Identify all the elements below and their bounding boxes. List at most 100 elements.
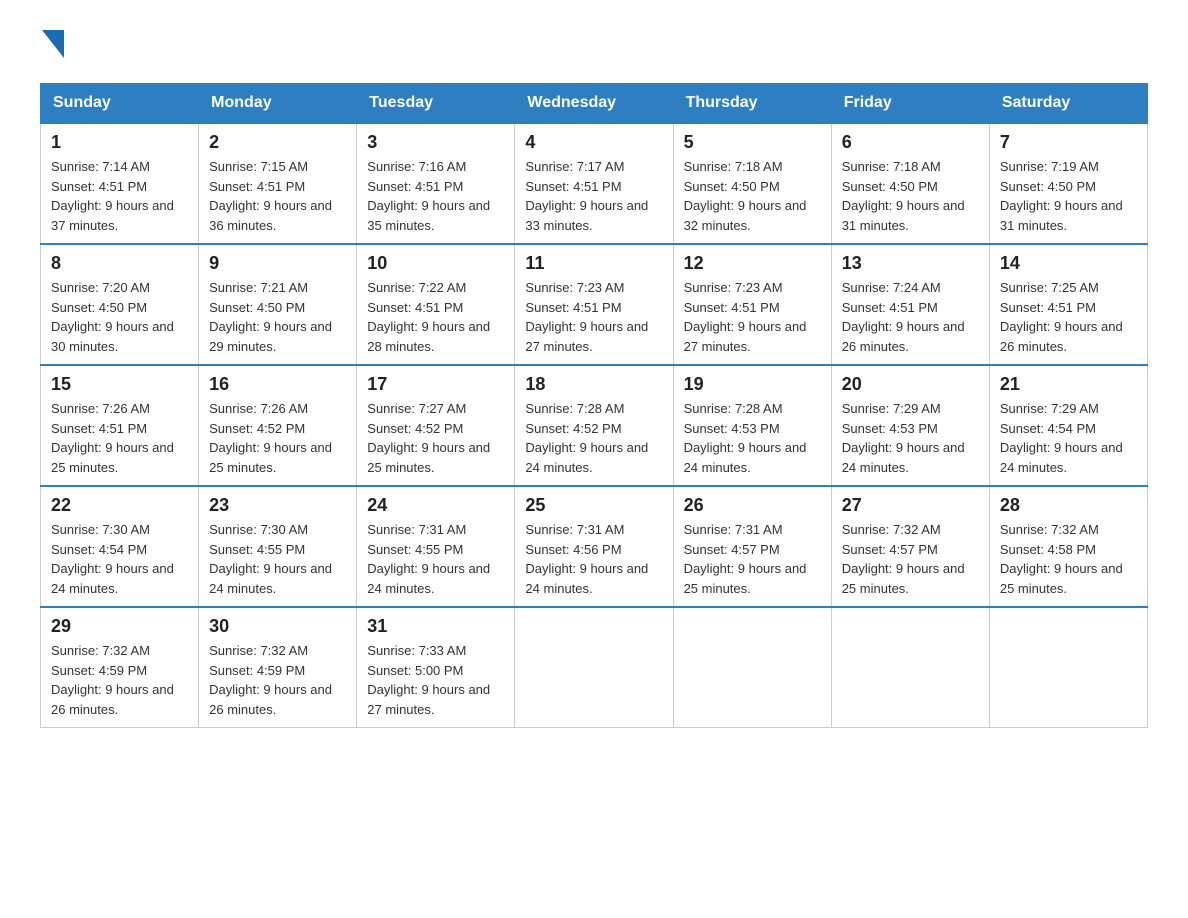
day-number: 28 — [1000, 495, 1137, 516]
day-info: Sunrise: 7:20 AM Sunset: 4:50 PM Dayligh… — [51, 278, 188, 356]
day-info: Sunrise: 7:25 AM Sunset: 4:51 PM Dayligh… — [1000, 278, 1137, 356]
day-info: Sunrise: 7:16 AM Sunset: 4:51 PM Dayligh… — [367, 157, 504, 235]
day-number: 4 — [525, 132, 662, 153]
day-number: 23 — [209, 495, 346, 516]
calendar-cell: 20 Sunrise: 7:29 AM Sunset: 4:53 PM Dayl… — [831, 365, 989, 486]
calendar-table: SundayMondayTuesdayWednesdayThursdayFrid… — [40, 83, 1148, 728]
day-info: Sunrise: 7:23 AM Sunset: 4:51 PM Dayligh… — [525, 278, 662, 356]
day-number: 3 — [367, 132, 504, 153]
calendar-cell: 8 Sunrise: 7:20 AM Sunset: 4:50 PM Dayli… — [41, 244, 199, 365]
calendar-week-row: 15 Sunrise: 7:26 AM Sunset: 4:51 PM Dayl… — [41, 365, 1148, 486]
calendar-cell: 29 Sunrise: 7:32 AM Sunset: 4:59 PM Dayl… — [41, 607, 199, 728]
calendar-cell: 27 Sunrise: 7:32 AM Sunset: 4:57 PM Dayl… — [831, 486, 989, 607]
calendar-cell: 30 Sunrise: 7:32 AM Sunset: 4:59 PM Dayl… — [199, 607, 357, 728]
day-info: Sunrise: 7:23 AM Sunset: 4:51 PM Dayligh… — [684, 278, 821, 356]
calendar-cell: 19 Sunrise: 7:28 AM Sunset: 4:53 PM Dayl… — [673, 365, 831, 486]
day-number: 6 — [842, 132, 979, 153]
calendar-cell: 13 Sunrise: 7:24 AM Sunset: 4:51 PM Dayl… — [831, 244, 989, 365]
day-info: Sunrise: 7:31 AM Sunset: 4:56 PM Dayligh… — [525, 520, 662, 598]
calendar-cell: 22 Sunrise: 7:30 AM Sunset: 4:54 PM Dayl… — [41, 486, 199, 607]
day-info: Sunrise: 7:31 AM Sunset: 4:55 PM Dayligh… — [367, 520, 504, 598]
weekday-header-tuesday: Tuesday — [357, 84, 515, 124]
day-number: 9 — [209, 253, 346, 274]
day-number: 19 — [684, 374, 821, 395]
calendar-cell — [515, 607, 673, 728]
calendar-cell: 2 Sunrise: 7:15 AM Sunset: 4:51 PM Dayli… — [199, 123, 357, 244]
logo-triangle-icon — [42, 30, 64, 58]
day-info: Sunrise: 7:32 AM Sunset: 4:57 PM Dayligh… — [842, 520, 979, 598]
day-info: Sunrise: 7:14 AM Sunset: 4:51 PM Dayligh… — [51, 157, 188, 235]
day-number: 15 — [51, 374, 188, 395]
day-number: 25 — [525, 495, 662, 516]
calendar-cell: 16 Sunrise: 7:26 AM Sunset: 4:52 PM Dayl… — [199, 365, 357, 486]
page-header — [40, 30, 1148, 63]
calendar-week-row: 22 Sunrise: 7:30 AM Sunset: 4:54 PM Dayl… — [41, 486, 1148, 607]
calendar-week-row: 1 Sunrise: 7:14 AM Sunset: 4:51 PM Dayli… — [41, 123, 1148, 244]
calendar-week-row: 8 Sunrise: 7:20 AM Sunset: 4:50 PM Dayli… — [41, 244, 1148, 365]
day-info: Sunrise: 7:24 AM Sunset: 4:51 PM Dayligh… — [842, 278, 979, 356]
day-info: Sunrise: 7:32 AM Sunset: 4:58 PM Dayligh… — [1000, 520, 1137, 598]
day-number: 14 — [1000, 253, 1137, 274]
day-info: Sunrise: 7:28 AM Sunset: 4:52 PM Dayligh… — [525, 399, 662, 477]
day-number: 5 — [684, 132, 821, 153]
day-number: 8 — [51, 253, 188, 274]
calendar-cell: 15 Sunrise: 7:26 AM Sunset: 4:51 PM Dayl… — [41, 365, 199, 486]
calendar-cell: 21 Sunrise: 7:29 AM Sunset: 4:54 PM Dayl… — [989, 365, 1147, 486]
weekday-header-saturday: Saturday — [989, 84, 1147, 124]
calendar-cell — [831, 607, 989, 728]
day-info: Sunrise: 7:32 AM Sunset: 4:59 PM Dayligh… — [209, 641, 346, 719]
day-info: Sunrise: 7:33 AM Sunset: 5:00 PM Dayligh… — [367, 641, 504, 719]
calendar-cell: 18 Sunrise: 7:28 AM Sunset: 4:52 PM Dayl… — [515, 365, 673, 486]
day-number: 2 — [209, 132, 346, 153]
calendar-cell: 26 Sunrise: 7:31 AM Sunset: 4:57 PM Dayl… — [673, 486, 831, 607]
day-info: Sunrise: 7:30 AM Sunset: 4:55 PM Dayligh… — [209, 520, 346, 598]
day-info: Sunrise: 7:26 AM Sunset: 4:52 PM Dayligh… — [209, 399, 346, 477]
day-number: 20 — [842, 374, 979, 395]
weekday-header-sunday: Sunday — [41, 84, 199, 124]
day-number: 1 — [51, 132, 188, 153]
day-info: Sunrise: 7:27 AM Sunset: 4:52 PM Dayligh… — [367, 399, 504, 477]
calendar-cell: 4 Sunrise: 7:17 AM Sunset: 4:51 PM Dayli… — [515, 123, 673, 244]
day-info: Sunrise: 7:29 AM Sunset: 4:54 PM Dayligh… — [1000, 399, 1137, 477]
day-number: 27 — [842, 495, 979, 516]
calendar-cell: 12 Sunrise: 7:23 AM Sunset: 4:51 PM Dayl… — [673, 244, 831, 365]
day-info: Sunrise: 7:28 AM Sunset: 4:53 PM Dayligh… — [684, 399, 821, 477]
calendar-cell: 28 Sunrise: 7:32 AM Sunset: 4:58 PM Dayl… — [989, 486, 1147, 607]
day-info: Sunrise: 7:21 AM Sunset: 4:50 PM Dayligh… — [209, 278, 346, 356]
day-number: 12 — [684, 253, 821, 274]
weekday-header-wednesday: Wednesday — [515, 84, 673, 124]
day-info: Sunrise: 7:18 AM Sunset: 4:50 PM Dayligh… — [684, 157, 821, 235]
day-info: Sunrise: 7:18 AM Sunset: 4:50 PM Dayligh… — [842, 157, 979, 235]
day-info: Sunrise: 7:31 AM Sunset: 4:57 PM Dayligh… — [684, 520, 821, 598]
calendar-cell: 31 Sunrise: 7:33 AM Sunset: 5:00 PM Dayl… — [357, 607, 515, 728]
day-number: 18 — [525, 374, 662, 395]
weekday-header-friday: Friday — [831, 84, 989, 124]
weekday-header-row: SundayMondayTuesdayWednesdayThursdayFrid… — [41, 84, 1148, 124]
calendar-cell: 24 Sunrise: 7:31 AM Sunset: 4:55 PM Dayl… — [357, 486, 515, 607]
day-info: Sunrise: 7:29 AM Sunset: 4:53 PM Dayligh… — [842, 399, 979, 477]
calendar-cell: 1 Sunrise: 7:14 AM Sunset: 4:51 PM Dayli… — [41, 123, 199, 244]
day-number: 24 — [367, 495, 504, 516]
calendar-cell: 14 Sunrise: 7:25 AM Sunset: 4:51 PM Dayl… — [989, 244, 1147, 365]
calendar-cell: 7 Sunrise: 7:19 AM Sunset: 4:50 PM Dayli… — [989, 123, 1147, 244]
day-number: 10 — [367, 253, 504, 274]
day-number: 11 — [525, 253, 662, 274]
day-number: 17 — [367, 374, 504, 395]
day-info: Sunrise: 7:22 AM Sunset: 4:51 PM Dayligh… — [367, 278, 504, 356]
calendar-cell: 25 Sunrise: 7:31 AM Sunset: 4:56 PM Dayl… — [515, 486, 673, 607]
day-number: 26 — [684, 495, 821, 516]
day-number: 7 — [1000, 132, 1137, 153]
calendar-cell — [673, 607, 831, 728]
calendar-cell: 17 Sunrise: 7:27 AM Sunset: 4:52 PM Dayl… — [357, 365, 515, 486]
day-info: Sunrise: 7:15 AM Sunset: 4:51 PM Dayligh… — [209, 157, 346, 235]
day-number: 22 — [51, 495, 188, 516]
calendar-cell: 9 Sunrise: 7:21 AM Sunset: 4:50 PM Dayli… — [199, 244, 357, 365]
calendar-cell: 10 Sunrise: 7:22 AM Sunset: 4:51 PM Dayl… — [357, 244, 515, 365]
calendar-cell: 23 Sunrise: 7:30 AM Sunset: 4:55 PM Dayl… — [199, 486, 357, 607]
weekday-header-monday: Monday — [199, 84, 357, 124]
calendar-week-row: 29 Sunrise: 7:32 AM Sunset: 4:59 PM Dayl… — [41, 607, 1148, 728]
calendar-cell: 5 Sunrise: 7:18 AM Sunset: 4:50 PM Dayli… — [673, 123, 831, 244]
day-number: 21 — [1000, 374, 1137, 395]
day-number: 31 — [367, 616, 504, 637]
day-info: Sunrise: 7:17 AM Sunset: 4:51 PM Dayligh… — [525, 157, 662, 235]
